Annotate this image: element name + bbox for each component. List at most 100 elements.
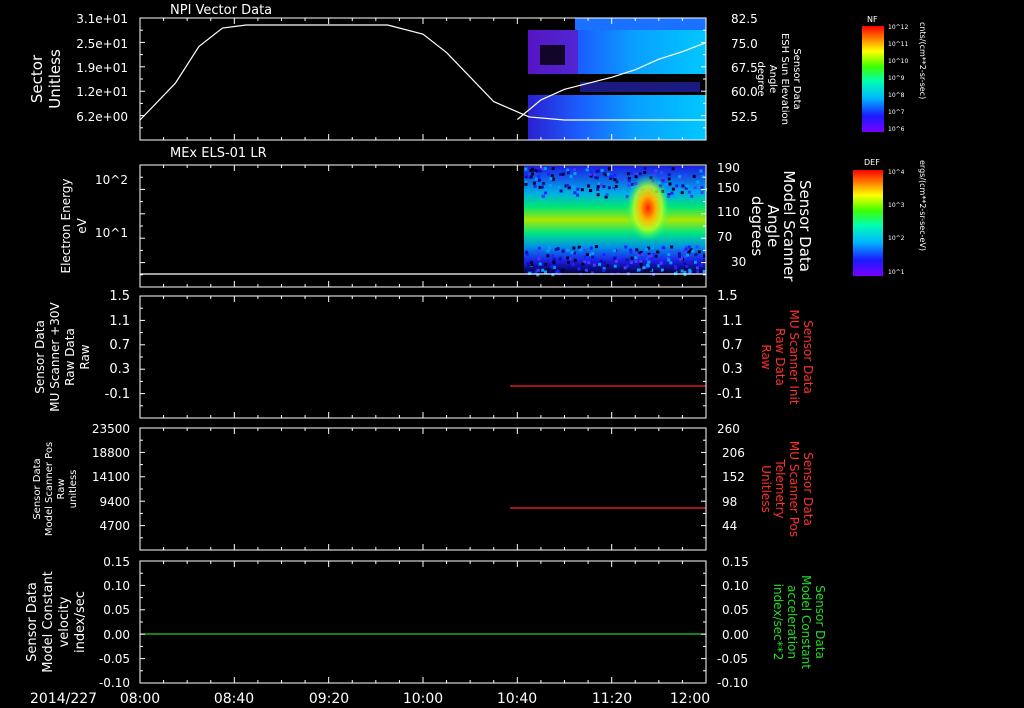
els-noise-pixel xyxy=(607,167,611,171)
els-noise-pixel xyxy=(613,173,617,177)
els-noise-pixel xyxy=(566,171,570,175)
els-noise-pixel xyxy=(551,177,555,181)
time-tick-label: 09:20 xyxy=(309,691,349,707)
tick-label: 1.2e+01 xyxy=(76,85,128,99)
els-noise-pixel xyxy=(587,261,591,265)
colorbar-nf: NF 10^12 10^11 10^10 10^9 10^8 10^7 10^6… xyxy=(862,15,927,133)
els-noise-pixel xyxy=(646,263,650,267)
els-noise-pixel xyxy=(642,266,646,270)
tick-label: 10^1 xyxy=(95,226,128,240)
els-noise-pixel xyxy=(602,185,606,189)
els-noise-pixel xyxy=(547,246,551,250)
els-noise-pixel xyxy=(546,249,550,253)
tick-label: -0.05 xyxy=(717,652,748,666)
axis-label: Sensor Data xyxy=(801,452,815,526)
els-noise-pixel xyxy=(609,175,613,179)
els-noise-pixel xyxy=(683,262,687,266)
els-noise-pixel xyxy=(686,253,690,257)
scanner-pos-right-axis: 260 206 152 98 44 xyxy=(717,422,745,533)
axis-label: Sensor Data xyxy=(813,585,827,659)
els-noise-pixel xyxy=(535,249,539,253)
axis-label: MU Scanner Init xyxy=(787,309,801,404)
panel-scanner-30v xyxy=(139,295,707,419)
npi-dark-patch-c xyxy=(580,82,700,92)
els-noise-pixel xyxy=(543,188,547,192)
axis-label: Electron Energy xyxy=(59,178,73,273)
colorbar-tick: 10^1 xyxy=(888,269,905,276)
els-noise-pixel xyxy=(549,177,553,181)
scanner-30v-frame xyxy=(139,295,707,419)
els-noise-pixel xyxy=(667,173,671,177)
els-noise-pixel xyxy=(681,184,685,188)
axis-label: Sector xyxy=(28,54,46,103)
els-noise-pixel xyxy=(685,184,689,188)
els-noise-pixel xyxy=(646,254,650,258)
els-noise-pixel xyxy=(573,171,577,175)
axis-label: Raw xyxy=(78,344,92,369)
tick-label: 0.00 xyxy=(722,628,749,642)
time-tick-label: 11:20 xyxy=(592,691,632,707)
els-noise-pixel xyxy=(680,191,684,195)
els-noise-pixel xyxy=(699,169,703,173)
els-noise-pixel xyxy=(661,179,665,183)
els-noise-pixel xyxy=(659,171,663,175)
tick-label: 190 xyxy=(717,161,740,175)
tick-label: 14100 xyxy=(92,470,130,484)
colorbar-def: DEF 10^4 10^3 10^2 10^1 ergs/(cm**2-sr-s… xyxy=(853,158,927,276)
els-noise-pixel xyxy=(620,177,624,181)
els-noise-pixel xyxy=(666,265,670,269)
els-noise-pixel xyxy=(697,250,701,254)
els-noise-pixel xyxy=(660,268,664,272)
colorbar-tick: 10^10 xyxy=(888,58,908,65)
axis-label: ESH Sun Elevation xyxy=(779,33,790,125)
els-noise-pixel xyxy=(576,193,580,197)
tick-label: 1.1 xyxy=(109,314,130,329)
colorbar-tick: 10^6 xyxy=(888,126,905,133)
axis-label: index/sec xyxy=(73,591,88,653)
els-noise-pixel xyxy=(591,251,595,255)
els-noise-pixel xyxy=(627,184,631,188)
els-noise-pixel xyxy=(566,248,570,252)
model-constant-left-label: Sensor Data Model Constant velocity inde… xyxy=(25,571,88,673)
els-noise-pixel xyxy=(527,175,531,179)
chart-canvas: NPI Vector Data MEx ELS-01 LR 3.1e+01 2.… xyxy=(25,3,927,707)
els-noise-pixel xyxy=(693,260,697,264)
els-noise-pixel xyxy=(674,265,678,269)
els-noise-pixel xyxy=(629,250,633,254)
els-noise-pixel xyxy=(542,181,546,185)
time-tick-label: 10:40 xyxy=(497,691,537,707)
els-noise-pixel xyxy=(537,257,541,261)
els-noise-pixel xyxy=(630,256,634,260)
els-noise-pixel xyxy=(614,185,618,189)
tick-label: 67.5 xyxy=(731,61,758,75)
axis-label: Raw xyxy=(759,344,773,369)
scanner-pos-frame xyxy=(139,427,707,551)
els-noise-pixel xyxy=(649,254,653,258)
els-noise-pixel xyxy=(627,179,631,183)
scanner-pos-right-label: Sensor Data MU Scanner Pos Telemetry Uni… xyxy=(759,441,815,537)
els-noise-pixel xyxy=(543,166,547,170)
axis-label: Sensor Data xyxy=(25,582,40,662)
tick-label: 206 xyxy=(722,446,745,460)
axis-label: Sensor Data xyxy=(32,458,43,519)
els-noise-pixel xyxy=(639,259,643,263)
tick-label: 150 xyxy=(717,181,740,195)
els-noise-pixel xyxy=(589,246,593,250)
els-noise-pixel xyxy=(550,265,554,269)
els-noise-pixel xyxy=(677,254,681,258)
els-noise-pixel xyxy=(599,183,603,187)
colorbar-unit: ergs/(cm**2-sr-sec-eV) xyxy=(918,160,927,251)
els-noise-pixel xyxy=(654,264,658,268)
els-noise-pixel xyxy=(699,263,703,267)
els-noise-pixel xyxy=(602,268,606,272)
els-noise-pixel xyxy=(579,248,583,252)
panel-title-els: MEx ELS-01 LR xyxy=(170,146,267,161)
els-noise-pixel xyxy=(605,193,609,197)
els-right-label: Sensor Data Model Scanner Angle degrees xyxy=(748,170,814,282)
colorbar-gradient xyxy=(853,170,883,276)
model-constant-frame xyxy=(139,560,707,684)
els-noise-pixel xyxy=(602,253,606,257)
els-noise-pixel xyxy=(647,260,651,264)
colorbar-title: NF xyxy=(867,15,878,24)
axis-label: Raw Data xyxy=(63,328,77,386)
